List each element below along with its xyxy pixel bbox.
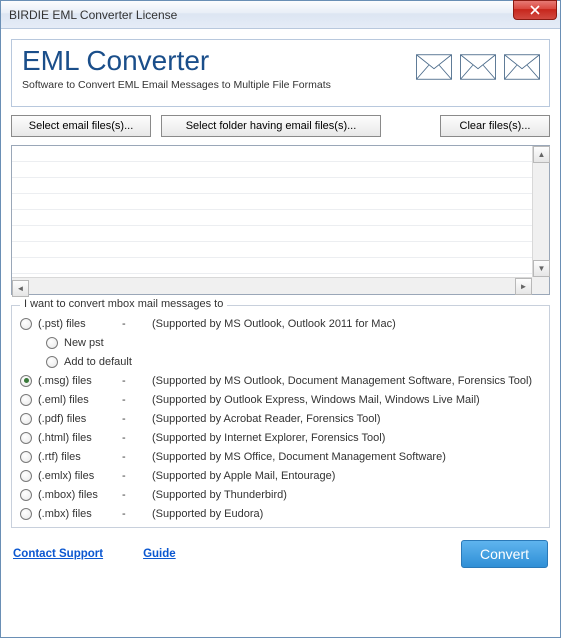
radio-button[interactable]: [20, 318, 32, 330]
option-desc: (Supported by Eudora): [152, 508, 541, 520]
dash: -: [122, 489, 152, 501]
format-group: I want to convert mbox mail messages to …: [11, 305, 550, 528]
envelope-icon: [501, 46, 543, 88]
format-sub-option[interactable]: New pst: [20, 333, 541, 352]
option-desc: (Supported by Internet Explorer, Forensi…: [152, 432, 541, 444]
format-option[interactable]: (.emlx) files-(Supported by Apple Mail, …: [20, 466, 541, 485]
clear-files-button[interactable]: Clear files(s)...: [440, 115, 550, 137]
option-desc: (Supported by MS Outlook, Outlook 2011 f…: [152, 318, 541, 330]
option-desc: (Supported by Thunderbird): [152, 489, 541, 501]
list-row: [12, 178, 532, 194]
list-row: [12, 162, 532, 178]
content-area: EML Converter Software to Convert EML Em…: [1, 29, 560, 637]
dash: -: [122, 318, 152, 330]
option-desc: (Supported by Outlook Express, Windows M…: [152, 394, 541, 406]
option-desc: (Supported by Acrobat Reader, Forensics …: [152, 413, 541, 425]
radio-button[interactable]: [20, 470, 32, 482]
radio-button[interactable]: [46, 356, 58, 368]
select-files-button[interactable]: Select email files(s)...: [11, 115, 151, 137]
vertical-scrollbar[interactable]: ▲ ▼: [532, 146, 549, 277]
sub-option-label: Add to default: [64, 356, 132, 368]
format-sub-option[interactable]: Add to default: [20, 352, 541, 371]
dash: -: [122, 394, 152, 406]
format-option[interactable]: (.eml) files-(Supported by Outlook Expre…: [20, 390, 541, 409]
scroll-corner: [532, 277, 549, 294]
scroll-up-button[interactable]: ▲: [533, 146, 550, 163]
window-title: BIRDIE EML Converter License: [9, 8, 177, 22]
footer: Contact Support Guide Convert: [11, 536, 550, 570]
list-row: [12, 242, 532, 258]
titlebar: BIRDIE EML Converter License: [1, 1, 560, 29]
app-window: BIRDIE EML Converter License EML Convert…: [0, 0, 561, 638]
radio-button[interactable]: [20, 432, 32, 444]
radio-button[interactable]: [20, 394, 32, 406]
radio-button[interactable]: [20, 489, 32, 501]
list-row: [12, 146, 532, 162]
radio-button[interactable]: [20, 413, 32, 425]
convert-button[interactable]: Convert: [461, 540, 548, 568]
dash: -: [122, 375, 152, 387]
scroll-right-button[interactable]: ►: [515, 278, 532, 295]
envelope-icon: [457, 46, 499, 88]
scroll-down-button[interactable]: ▼: [533, 260, 550, 277]
file-list[interactable]: ▲ ▼ ◄ ►: [11, 145, 550, 295]
option-label: (.mbox) files: [38, 489, 122, 501]
scroll-left-button[interactable]: ◄: [12, 280, 29, 297]
option-label: (.msg) files: [38, 375, 122, 387]
radio-button[interactable]: [46, 337, 58, 349]
dash: -: [122, 432, 152, 444]
dash: -: [122, 470, 152, 482]
list-row: [12, 194, 532, 210]
option-label: (.pdf) files: [38, 413, 122, 425]
envelope-icons: [413, 46, 543, 88]
format-option[interactable]: (.mbox) files-(Supported by Thunderbird): [20, 485, 541, 504]
close-icon: [530, 5, 540, 15]
select-folder-button[interactable]: Select folder having email files(s)...: [161, 115, 381, 137]
horizontal-scrollbar[interactable]: ◄ ►: [12, 277, 532, 294]
format-option[interactable]: (.pst) files-(Supported by MS Outlook, O…: [20, 314, 541, 333]
list-row: [12, 210, 532, 226]
option-label: (.pst) files: [38, 318, 122, 330]
dash: -: [122, 413, 152, 425]
sub-option-label: New pst: [64, 337, 104, 349]
radio-button[interactable]: [20, 451, 32, 463]
spacer: [391, 115, 430, 137]
option-desc: (Supported by MS Outlook, Document Manag…: [152, 375, 541, 387]
contact-support-link[interactable]: Contact Support: [13, 548, 103, 560]
list-row: [12, 226, 532, 242]
guide-link[interactable]: Guide: [143, 548, 176, 560]
option-label: (.eml) files: [38, 394, 122, 406]
option-label: (.emlx) files: [38, 470, 122, 482]
option-desc: (Supported by MS Office, Document Manage…: [152, 451, 541, 463]
format-option[interactable]: (.mbx) files-(Supported by Eudora): [20, 504, 541, 523]
close-button[interactable]: [513, 0, 557, 20]
group-label: I want to convert mbox mail messages to: [20, 298, 227, 310]
toolbar: Select email files(s)... Select folder h…: [11, 115, 550, 137]
option-label: (.html) files: [38, 432, 122, 444]
option-label: (.rtf) files: [38, 451, 122, 463]
format-option[interactable]: (.pdf) files-(Supported by Acrobat Reade…: [20, 409, 541, 428]
envelope-icon: [413, 46, 455, 88]
radio-button[interactable]: [20, 375, 32, 387]
option-label: (.mbx) files: [38, 508, 122, 520]
file-list-rows: [12, 146, 532, 294]
format-option[interactable]: (.html) files-(Supported by Internet Exp…: [20, 428, 541, 447]
format-option[interactable]: (.rtf) files-(Supported by MS Office, Do…: [20, 447, 541, 466]
radio-button[interactable]: [20, 508, 32, 520]
dash: -: [122, 508, 152, 520]
option-desc: (Supported by Apple Mail, Entourage): [152, 470, 541, 482]
header-panel: EML Converter Software to Convert EML Em…: [11, 39, 550, 107]
list-row: [12, 258, 532, 274]
format-option[interactable]: (.msg) files-(Supported by MS Outlook, D…: [20, 371, 541, 390]
dash: -: [122, 451, 152, 463]
